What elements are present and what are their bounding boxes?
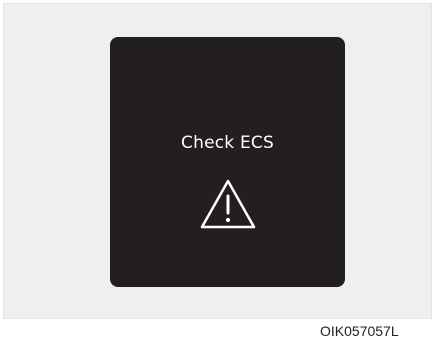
warning-triangle-icon — [200, 179, 256, 229]
warning-message: Check ECS — [181, 133, 274, 153]
cluster-display: Check ECS — [110, 37, 345, 287]
figure: Check ECS OIK057057L — [0, 0, 443, 342]
figure-code: OIK057057L — [320, 323, 399, 339]
